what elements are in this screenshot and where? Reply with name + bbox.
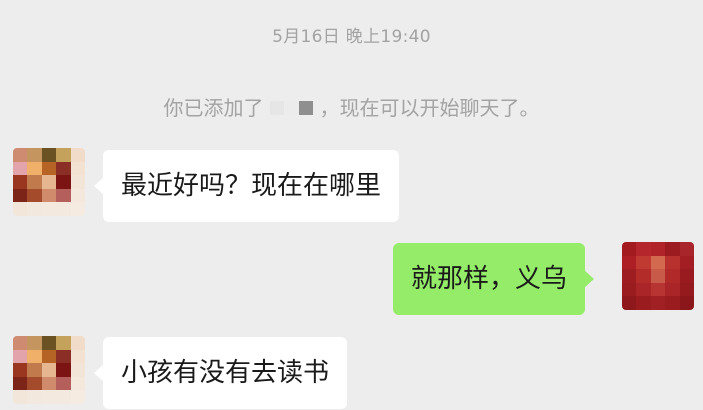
contact-avatar[interactable] bbox=[13, 336, 85, 404]
incoming-message-bubble[interactable]: 最近好吗？现在在哪里 bbox=[93, 150, 400, 222]
outgoing-message-bubble[interactable]: 就那样，义乌 bbox=[393, 243, 595, 315]
message-timestamp: 5月16日 晚上19:40 bbox=[272, 27, 431, 47]
system-notice: 你已添加了 ，现在可以开始聊天了。 bbox=[0, 92, 703, 121]
my-avatar[interactable] bbox=[622, 242, 694, 310]
contact-avatar[interactable] bbox=[13, 148, 85, 216]
pixelated-contact-name bbox=[268, 98, 316, 118]
system-notice-prefix: 你已添加了 bbox=[163, 96, 264, 120]
incoming-message-bubble[interactable]: 小孩有没有去读书 bbox=[93, 337, 348, 409]
system-notice-suffix: ，现在可以开始聊天了。 bbox=[319, 96, 540, 120]
